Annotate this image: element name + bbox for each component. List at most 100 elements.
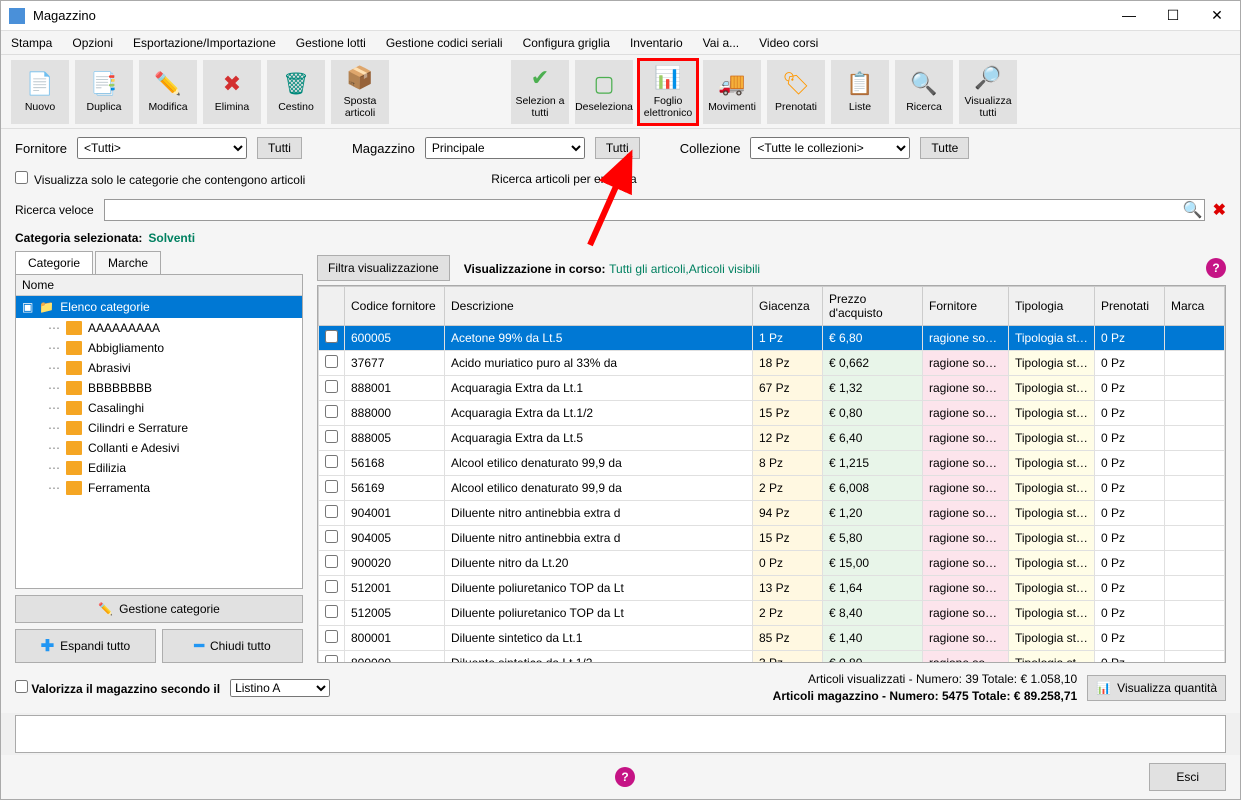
category-item[interactable]: ⋯AAAAAAAAA — [16, 318, 302, 338]
row-checkbox[interactable] — [325, 455, 338, 468]
column-header[interactable]: Marca — [1165, 287, 1225, 326]
table-row[interactable]: 800000Diluente sintetico da Lt.1/23 Pz€ … — [319, 651, 1225, 664]
clear-search-icon[interactable]: ✖ — [1213, 200, 1226, 220]
magazzino-select[interactable]: Principale — [425, 137, 585, 159]
category-item[interactable]: ⋯Cilindri e Serrature — [16, 418, 302, 438]
row-checkbox[interactable] — [325, 405, 338, 418]
row-checkbox[interactable] — [325, 330, 338, 343]
search-icon[interactable]: 🔍 — [1183, 200, 1203, 220]
column-header[interactable]: Codice fornitore — [345, 287, 445, 326]
ricerca-button[interactable]: 🔍Ricerca — [895, 60, 953, 124]
prenotati-button[interactable]: 🏷Prenotati — [767, 60, 825, 124]
maximize-button[interactable]: ☐ — [1158, 7, 1188, 24]
table-row[interactable]: 800001Diluente sintetico da Lt.185 Pz€ 1… — [319, 626, 1225, 651]
collezione-select[interactable]: <Tutte le collezioni> — [750, 137, 910, 159]
fornitore-select[interactable]: <Tutti> — [77, 137, 247, 159]
table-row[interactable]: 888001Acquaragia Extra da Lt.167 Pz€ 1,3… — [319, 376, 1225, 401]
foglio-button[interactable]: 📊Foglio elettronico — [639, 60, 697, 124]
magazzino-tutti-button[interactable]: Tutti — [595, 137, 640, 159]
row-checkbox[interactable] — [325, 655, 338, 663]
menu-opzioni[interactable]: Opzioni — [72, 36, 113, 50]
row-checkbox[interactable] — [325, 505, 338, 518]
gestione-categorie-button[interactable]: ✏️ Gestione categorie — [15, 595, 303, 623]
column-header[interactable] — [319, 287, 345, 326]
esci-button[interactable]: Esci — [1149, 763, 1226, 791]
ricerca-enoteca-button[interactable]: Ricerca articoli per enoteca — [475, 167, 652, 191]
close-button[interactable]: ✕ — [1202, 7, 1232, 24]
row-checkbox[interactable] — [325, 480, 338, 493]
menu-configura-griglia[interactable]: Configura griglia — [523, 36, 610, 50]
fornitore-tutti-button[interactable]: Tutti — [257, 137, 302, 159]
help-icon[interactable]: ? — [1206, 258, 1226, 278]
category-item[interactable]: ⋯BBBBBBBB — [16, 378, 302, 398]
espandi-tutto-button[interactable]: ✚Espandi tutto — [15, 629, 156, 663]
collapse-icon[interactable]: ▣ — [22, 300, 33, 314]
menu-vai-a-[interactable]: Vai a... — [703, 36, 739, 50]
row-checkbox[interactable] — [325, 630, 338, 643]
liste-button[interactable]: 📋Liste — [831, 60, 889, 124]
table-row[interactable]: 888005Acquaragia Extra da Lt.512 Pz€ 6,4… — [319, 426, 1225, 451]
category-item[interactable]: ⋯Casalinghi — [16, 398, 302, 418]
tree-root[interactable]: ▣ 📁 Elenco categorie — [16, 296, 302, 318]
row-checkbox[interactable] — [325, 355, 338, 368]
column-header[interactable]: Giacenza — [753, 287, 823, 326]
elimina-button[interactable]: ✖Elimina — [203, 60, 261, 124]
duplica-button[interactable]: 📑Duplica — [75, 60, 133, 124]
column-header[interactable]: Prezzo d'acquisto — [823, 287, 923, 326]
listino-select[interactable]: Listino A — [230, 679, 330, 697]
seltutti-button[interactable]: ✔Selezion a tutti — [511, 60, 569, 124]
table-row[interactable]: 37677Acido muriatico puro al 33% da18 Pz… — [319, 351, 1225, 376]
row-checkbox[interactable] — [325, 530, 338, 543]
modifica-button[interactable]: ✏️Modifica — [139, 60, 197, 124]
table-row[interactable]: 900020Diluente nitro da Lt.200 Pz€ 15,00… — [319, 551, 1225, 576]
table-row[interactable]: 904005Diluente nitro antinebbia extra d1… — [319, 526, 1225, 551]
vistutti-button[interactable]: 🔎Visualizza tutti — [959, 60, 1017, 124]
chiudi-tutto-button[interactable]: ━Chiudi tutto — [162, 629, 303, 663]
category-item[interactable]: ⋯Ferramenta — [16, 478, 302, 498]
articles-table-wrap[interactable]: Codice fornitoreDescrizioneGiacenzaPrezz… — [317, 285, 1226, 663]
table-row[interactable]: 56168Alcool etilico denaturato 99,9 da8 … — [319, 451, 1225, 476]
tab-categorie[interactable]: Categorie — [15, 251, 93, 274]
column-header[interactable]: Descrizione — [445, 287, 753, 326]
filter-categories-checkbox[interactable] — [15, 171, 28, 184]
table-row[interactable]: 600005Acetone 99% da Lt.51 Pz€ 6,80ragio… — [319, 326, 1225, 351]
row-checkbox[interactable] — [325, 430, 338, 443]
category-item[interactable]: ⋯Collanti e Adesivi — [16, 438, 302, 458]
table-row[interactable]: 512005Diluente poliuretanico TOP da Lt2 … — [319, 601, 1225, 626]
desel-button[interactable]: ▢Deseleziona — [575, 60, 633, 124]
category-item[interactable]: ⋯Edilizia — [16, 458, 302, 478]
menu-gestione-lotti[interactable]: Gestione lotti — [296, 36, 366, 50]
movimenti-button[interactable]: 🚚Movimenti — [703, 60, 761, 124]
menu-video-corsi[interactable]: Video corsi — [759, 36, 818, 50]
menu-esportazione-importazione[interactable]: Esportazione/Importazione — [133, 36, 276, 50]
category-item[interactable]: ⋯Abbigliamento — [16, 338, 302, 358]
table-row[interactable]: 512001Diluente poliuretanico TOP da Lt13… — [319, 576, 1225, 601]
category-item[interactable]: ⋯Abrasivi — [16, 358, 302, 378]
collezione-tutte-button[interactable]: Tutte — [920, 137, 969, 159]
valorizza-checkbox-label[interactable]: Valorizza il magazzino secondo il — [15, 680, 220, 696]
category-tree[interactable]: Nome ▣ 📁 Elenco categorie ⋯AAAAAAAAA⋯Abb… — [15, 274, 303, 589]
column-header[interactable]: Tipologia — [1009, 287, 1095, 326]
sposta-button[interactable]: 📦Sposta articoli — [331, 60, 389, 124]
valorizza-checkbox[interactable] — [15, 680, 28, 693]
filter-categories-checkbox-label[interactable]: Visualizza solo le categorie che conteng… — [15, 171, 305, 187]
column-header[interactable]: Fornitore — [923, 287, 1009, 326]
nuovo-button[interactable]: 📄Nuovo — [11, 60, 69, 124]
minimize-button[interactable]: — — [1114, 7, 1144, 24]
visualizza-quantita-button[interactable]: 📊Visualizza quantità — [1087, 675, 1226, 701]
table-row[interactable]: 56169Alcool etilico denaturato 99,9 da2 … — [319, 476, 1225, 501]
table-row[interactable]: 904001Diluente nitro antinebbia extra d9… — [319, 501, 1225, 526]
row-checkbox[interactable] — [325, 580, 338, 593]
menu-inventario[interactable]: Inventario — [630, 36, 683, 50]
menu-stampa[interactable]: Stampa — [11, 36, 52, 50]
filtra-visualizzazione-button[interactable]: Filtra visualizzazione — [317, 255, 450, 281]
help-footer-icon[interactable]: ? — [615, 767, 635, 787]
table-row[interactable]: 888000Acquaragia Extra da Lt.1/215 Pz€ 0… — [319, 401, 1225, 426]
column-header[interactable]: Prenotati — [1095, 287, 1165, 326]
cestino-button[interactable]: 🗑Cestino — [267, 60, 325, 124]
menu-gestione-codici-seriali[interactable]: Gestione codici seriali — [386, 36, 503, 50]
search-input[interactable] — [104, 199, 1205, 221]
tab-marche[interactable]: Marche — [95, 251, 161, 274]
row-checkbox[interactable] — [325, 380, 338, 393]
row-checkbox[interactable] — [325, 555, 338, 568]
